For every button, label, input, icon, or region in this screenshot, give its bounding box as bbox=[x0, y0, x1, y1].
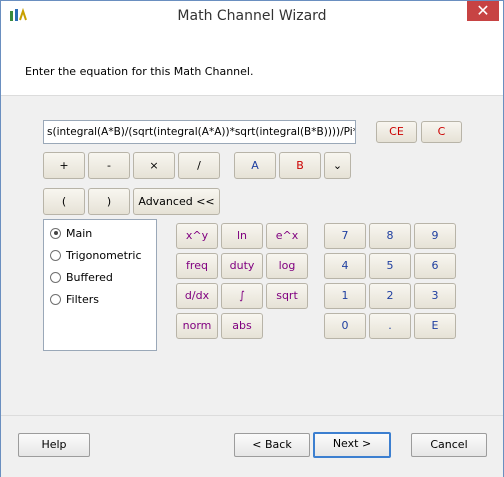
exponent-button[interactable]: E bbox=[414, 313, 456, 339]
category-label: Main bbox=[66, 226, 93, 240]
category-label: Filters bbox=[66, 292, 99, 306]
close-icon[interactable]: ✕ bbox=[467, 1, 499, 21]
decimal-point-button[interactable]: . bbox=[369, 313, 411, 339]
function-category-list[interactable]: Main Trigonometric Buffered Filters bbox=[43, 219, 157, 351]
digit-1-button[interactable]: 1 bbox=[324, 283, 366, 309]
integral-button[interactable]: ∫ bbox=[221, 283, 263, 309]
digit-9-button[interactable]: 9 bbox=[414, 223, 456, 249]
channel-b-button[interactable]: B bbox=[279, 152, 321, 179]
log-button[interactable]: log bbox=[266, 253, 308, 279]
digit-4-button[interactable]: 4 bbox=[324, 253, 366, 279]
exp-button[interactable]: e^x bbox=[266, 223, 308, 249]
channel-a-button[interactable]: A bbox=[234, 152, 276, 179]
left-paren-button[interactable]: ( bbox=[43, 188, 85, 215]
radio-selected-icon bbox=[50, 227, 61, 239]
digit-6-button[interactable]: 6 bbox=[414, 253, 456, 279]
digit-7-button[interactable]: 7 bbox=[324, 223, 366, 249]
category-trigonometric[interactable]: Trigonometric bbox=[50, 246, 142, 264]
category-main[interactable]: Main bbox=[50, 224, 92, 242]
footer-bar: Help < Back Next > Cancel bbox=[1, 415, 503, 477]
wizard-window: Math Channel Wizard ✕ Enter the equation… bbox=[0, 0, 504, 477]
plus-button[interactable]: + bbox=[43, 152, 85, 179]
radio-icon bbox=[50, 271, 61, 283]
equation-input[interactable]: s(integral(A*B)/(sqrt(integral(A*A))*sqr… bbox=[43, 120, 356, 144]
back-button[interactable]: < Back bbox=[234, 433, 310, 457]
clear-entry-button[interactable]: CE bbox=[376, 121, 417, 143]
radio-icon bbox=[50, 293, 61, 305]
help-button[interactable]: Help bbox=[18, 433, 90, 457]
category-filters[interactable]: Filters bbox=[50, 290, 99, 308]
divide-button[interactable]: / bbox=[178, 152, 220, 179]
abs-button[interactable]: abs bbox=[221, 313, 263, 339]
title-bar: Math Channel Wizard ✕ bbox=[1, 1, 503, 31]
category-label: Buffered bbox=[66, 270, 113, 284]
freq-button[interactable]: freq bbox=[176, 253, 218, 279]
sqrt-button[interactable]: sqrt bbox=[266, 283, 308, 309]
digit-3-button[interactable]: 3 bbox=[414, 283, 456, 309]
chevron-down-icon: ⌄ bbox=[332, 159, 343, 172]
category-label: Trigonometric bbox=[66, 248, 142, 262]
next-button[interactable]: Next > bbox=[313, 432, 391, 458]
power-button[interactable]: x^y bbox=[176, 223, 218, 249]
channel-dropdown-button[interactable]: ⌄ bbox=[324, 152, 351, 179]
multiply-button[interactable]: × bbox=[133, 152, 175, 179]
ln-button[interactable]: ln bbox=[221, 223, 263, 249]
digit-5-button[interactable]: 5 bbox=[369, 253, 411, 279]
advanced-toggle-button[interactable]: Advanced << bbox=[133, 188, 220, 215]
instruction-text: Enter the equation for this Math Channel… bbox=[25, 65, 254, 78]
category-buffered[interactable]: Buffered bbox=[50, 268, 113, 286]
window-title: Math Channel Wizard bbox=[177, 8, 327, 24]
digit-2-button[interactable]: 2 bbox=[369, 283, 411, 309]
right-paren-button[interactable]: ) bbox=[88, 188, 130, 215]
header-panel: Enter the equation for this Math Channel… bbox=[1, 31, 503, 96]
clear-button[interactable]: C bbox=[421, 121, 462, 143]
minus-button[interactable]: - bbox=[88, 152, 130, 179]
duty-button[interactable]: duty bbox=[221, 253, 263, 279]
norm-button[interactable]: norm bbox=[176, 313, 218, 339]
cancel-button[interactable]: Cancel bbox=[411, 433, 487, 457]
derivative-button[interactable]: d/dx bbox=[176, 283, 218, 309]
digit-8-button[interactable]: 8 bbox=[369, 223, 411, 249]
digit-0-button[interactable]: 0 bbox=[324, 313, 366, 339]
radio-icon bbox=[50, 249, 61, 261]
